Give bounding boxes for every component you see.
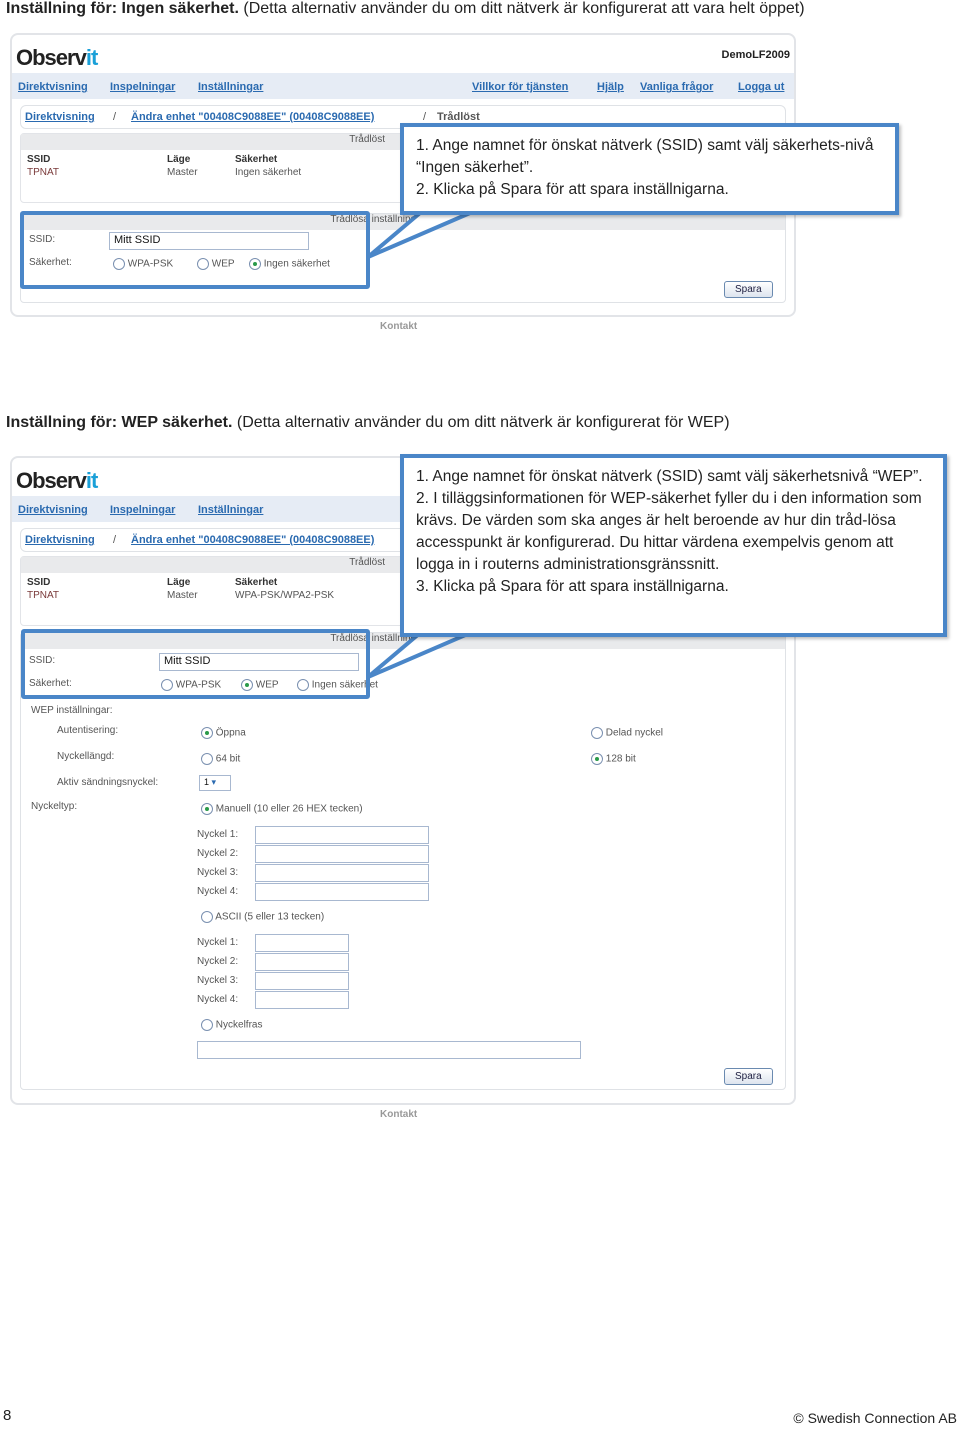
ascii-key1-input[interactable] <box>255 934 349 952</box>
observit-logo: Observit <box>16 468 98 493</box>
keytype-label: Nyckeltyp: <box>31 801 78 812</box>
hex-key1-label: Nyckel 1: <box>197 829 239 840</box>
copyright: © Swedish Connection AB <box>793 1410 957 1426</box>
save-button[interactable]: Spara <box>724 1068 773 1085</box>
col-security: Säkerhet <box>235 154 278 165</box>
mode-value: Master <box>167 590 198 601</box>
col-ssid: SSID <box>27 154 51 165</box>
save-button[interactable]: Spara <box>724 281 773 298</box>
highlight-box <box>21 629 370 699</box>
ascii-key1-label: Nyckel 1: <box>197 937 239 948</box>
radio-open[interactable]: Öppna <box>201 727 246 739</box>
ascii-key4-input[interactable] <box>255 991 349 1009</box>
callout-1: 1. Ange namnet för önskat nätverk (SSID)… <box>400 123 899 215</box>
ssid-value: TPNAT <box>27 590 60 601</box>
wep-title: WEP inställningar: <box>31 705 113 716</box>
crumb-sep: / <box>423 111 427 123</box>
mode-value: Master <box>167 167 198 178</box>
ascii-key4-label: Nyckel 4: <box>197 994 239 1005</box>
ascii-key3-label: Nyckel 3: <box>197 975 239 986</box>
radio-128bit[interactable]: 128 bit <box>591 753 636 765</box>
crumb-device[interactable]: Ändra enhet "00408C9088EE" (00408C9088EE… <box>131 111 374 123</box>
hex-key2-label: Nyckel 2: <box>197 848 239 859</box>
highlight-box <box>20 211 370 289</box>
nav-installningar[interactable]: Inställningar <box>198 504 263 516</box>
radio-passphrase[interactable]: Nyckelfras <box>201 1019 262 1031</box>
col-mode: Läge <box>167 577 191 588</box>
radio-shared[interactable]: Delad nyckel <box>591 727 663 739</box>
col-mode: Läge <box>167 154 191 165</box>
hex-key4-label: Nyckel 4: <box>197 886 239 897</box>
ascii-key3-input[interactable] <box>255 972 349 990</box>
section1-heading: Inställning för: Ingen säkerhet. (Detta … <box>6 0 805 17</box>
hex-key4-input[interactable] <box>255 883 429 901</box>
nav-installningar[interactable]: Inställningar <box>198 81 263 93</box>
nav-villkor[interactable]: Villkor för tjänsten <box>472 81 568 93</box>
nav-inspelningar[interactable]: Inspelningar <box>110 81 175 93</box>
page-number: 8 <box>3 1407 12 1424</box>
crumb-device[interactable]: Ändra enhet "00408C9088EE" (00408C9088EE… <box>131 534 374 546</box>
nav-direktvisning[interactable]: Direktvisning <box>18 81 88 93</box>
crumb-direktvisning[interactable]: Direktvisning <box>25 111 95 123</box>
nav-logout[interactable]: Logga ut <box>738 81 784 93</box>
crumb-sep: / <box>113 534 117 546</box>
active-key-label: Aktiv sändningsnyckel: <box>57 777 159 788</box>
crumb-direktvisning[interactable]: Direktvisning <box>25 534 95 546</box>
nav-faq[interactable]: Vanliga frågor <box>640 81 713 93</box>
radio-ascii[interactable]: ASCII (5 eller 13 tecken) <box>201 911 324 923</box>
wireless-form: Trådlösa inställningar SSID: Mitt SSID S… <box>20 632 786 1090</box>
nav-bar: Direktvisning Inspelningar Inställningar… <box>12 73 794 99</box>
hex-key3-input[interactable] <box>255 864 429 882</box>
col-security: Säkerhet <box>235 577 278 588</box>
ssid-value: TPNAT <box>27 167 60 178</box>
passphrase-input[interactable] <box>197 1041 581 1059</box>
auth-label: Autentisering: <box>57 725 119 736</box>
active-key-select[interactable]: 1 ▾ <box>199 775 231 791</box>
radio-manual[interactable]: Manuell (10 eller 26 HEX tecken) <box>201 803 363 815</box>
hex-key1-input[interactable] <box>255 826 429 844</box>
ascii-key2-label: Nyckel 2: <box>197 956 239 967</box>
nav-direktvisning[interactable]: Direktvisning <box>18 504 88 516</box>
crumb-current: Trådlöst <box>437 111 480 123</box>
security-value: Ingen säkerhet <box>235 167 302 178</box>
user-name: DemoLF2009 <box>721 49 790 61</box>
radio-64bit[interactable]: 64 bit <box>201 753 240 765</box>
nav-inspelningar[interactable]: Inspelningar <box>110 504 175 516</box>
crumb-sep: / <box>113 111 117 123</box>
hex-key2-input[interactable] <box>255 845 429 863</box>
keylength-label: Nyckellängd: <box>57 751 115 762</box>
contact-link[interactable]: Kontakt <box>380 321 417 332</box>
col-ssid: SSID <box>27 577 51 588</box>
observit-logo: Observit <box>16 45 98 70</box>
security-value: WPA-PSK/WPA2-PSK <box>235 590 335 601</box>
section2-heading: Inställning för: WEP säkerhet. (Detta al… <box>6 414 730 431</box>
hex-key3-label: Nyckel 3: <box>197 867 239 878</box>
ascii-key2-input[interactable] <box>255 953 349 971</box>
nav-hjalp[interactable]: Hjälp <box>597 81 624 93</box>
contact-link[interactable]: Kontakt <box>380 1109 417 1120</box>
callout-2: 1. Ange namnet för önskat nätverk (SSID)… <box>400 454 947 637</box>
